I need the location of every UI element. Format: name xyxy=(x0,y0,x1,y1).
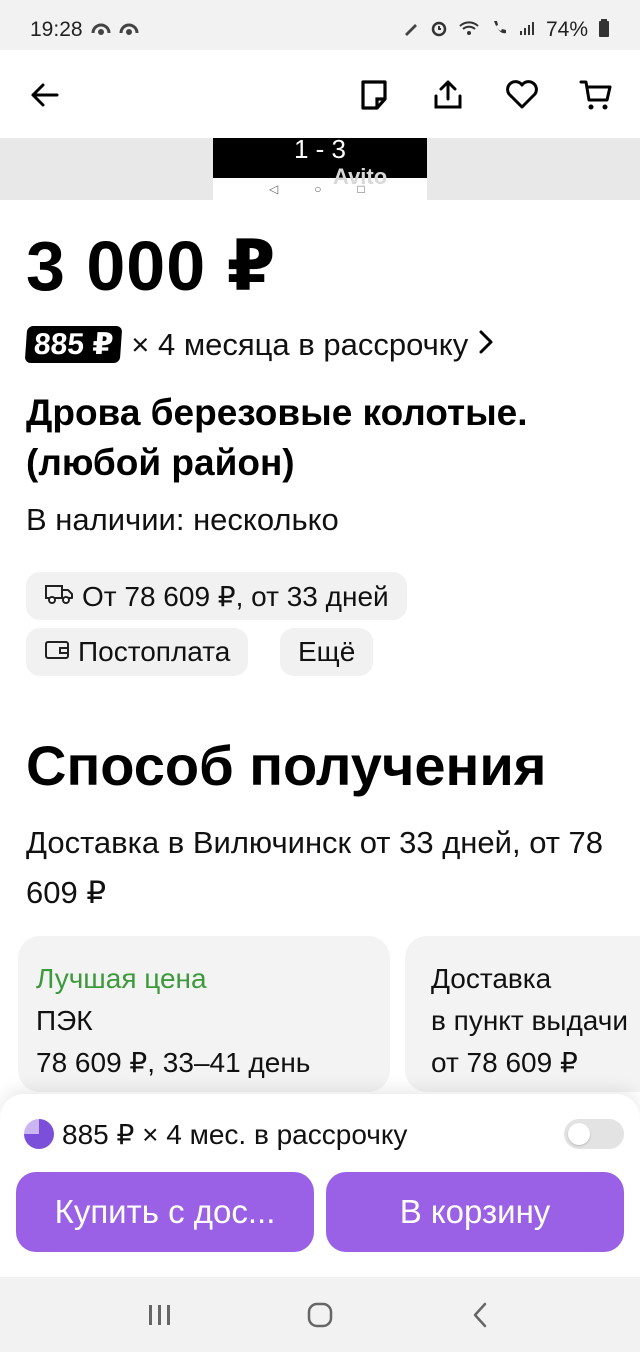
carrier-name: ПЭК xyxy=(36,1005,93,1036)
postpay-chip[interactable]: Постоплата xyxy=(26,628,249,676)
delivery-option-card[interactable]: Лучшая цена ПЭК 78 609 ₽, 33–41 день xyxy=(18,936,390,1092)
note-button[interactable] xyxy=(352,73,396,117)
notification-icon xyxy=(91,21,111,40)
back-button[interactable] xyxy=(22,73,66,117)
status-time: 19:28 xyxy=(30,18,83,41)
delivery-option-price: 78 609 ₽, 33–41 день xyxy=(36,1047,311,1078)
battery-icon xyxy=(598,18,610,43)
installment-toggle[interactable] xyxy=(564,1119,624,1149)
more-chip-label: Ещё xyxy=(298,636,356,667)
delivery-section-subtitle: Доставка в Вилючинск от 33 дней, от 78 6… xyxy=(26,825,604,910)
share-button[interactable] xyxy=(426,73,470,117)
delivery-option-card[interactable]: Доставка в пункт выдачи от 78 609 ₽ xyxy=(405,936,640,1092)
wallet-icon xyxy=(44,636,70,668)
app-bar xyxy=(0,50,640,140)
delivery-option-subtitle: в пункт выдачи xyxy=(431,1005,628,1036)
buy-with-delivery-button[interactable]: Купить с дос... xyxy=(16,1172,314,1252)
recent-apps-icon xyxy=(149,1304,170,1325)
installment-pie-icon xyxy=(24,1119,54,1149)
postpay-chip-label: Постоплата xyxy=(78,636,231,667)
call-icon xyxy=(490,19,508,42)
best-price-tag: Лучшая цена xyxy=(36,963,207,994)
purchase-panel: 885 ₽ × 4 мес. в рассрочку Купить с дос.… xyxy=(0,1094,640,1277)
home-icon xyxy=(307,1302,333,1327)
back-nav-button[interactable] xyxy=(450,1293,510,1337)
stock-status: В наличии: несколько xyxy=(26,502,339,537)
installment-text: × 4 месяца в рассрочку xyxy=(131,326,469,362)
image-gallery[interactable]: 1 - 3 Avito ◁○□ xyxy=(0,138,640,200)
signal-icon xyxy=(518,19,536,42)
favorite-button[interactable] xyxy=(500,73,544,117)
toggle-knob xyxy=(568,1123,590,1145)
installment-row-label: 885 ₽ × 4 мес. в рассрочку xyxy=(62,1118,408,1150)
delivery-section-title: Способ получения xyxy=(26,734,547,797)
battery-percent: 74% xyxy=(545,18,588,41)
note-icon xyxy=(361,80,387,110)
installment-badge: 885 ₽ xyxy=(24,326,123,363)
gallery-image[interactable]: 1 - 3 Avito ◁○□ xyxy=(213,138,427,200)
gallery-counter: 1 - 3 xyxy=(213,138,427,178)
installment-link[interactable]: 885 ₽ × 4 месяца в рассрочку xyxy=(24,326,494,363)
installment-row[interactable]: 885 ₽ × 4 мес. в рассрочку xyxy=(24,1114,624,1154)
truck-icon xyxy=(44,580,74,612)
chevron-left-icon xyxy=(473,1302,487,1327)
heart-icon xyxy=(506,80,538,109)
arrow-left-icon xyxy=(31,83,59,107)
wifi-icon xyxy=(458,19,480,42)
delivery-option-price: от 78 609 ₽ xyxy=(431,1047,578,1078)
add-to-cart-button[interactable]: В корзину xyxy=(326,1172,624,1252)
delivery-chip[interactable]: От 78 609 ₽, от 33 дней xyxy=(26,572,407,620)
more-chip[interactable]: Ещё xyxy=(280,628,374,676)
gallery-nav-glyphs: ◁○□ xyxy=(269,182,401,196)
share-icon xyxy=(434,80,462,109)
delivery-chip-label: От 78 609 ₽, от 33 дней xyxy=(82,580,389,612)
delivery-option-title: Доставка xyxy=(431,963,552,994)
notification-icon xyxy=(119,21,139,40)
chevron-right-icon xyxy=(478,326,494,363)
cart-icon xyxy=(579,80,612,110)
recent-apps-button[interactable] xyxy=(130,1293,190,1337)
home-button[interactable] xyxy=(290,1293,350,1337)
alarm-icon xyxy=(430,19,448,42)
cart-button[interactable] xyxy=(574,73,618,117)
product-title: Дрова березовые колотые. (любой район) xyxy=(26,392,528,483)
system-nav-bar xyxy=(0,1277,640,1352)
pen-icon xyxy=(402,19,420,42)
price: 3 000 ₽ xyxy=(26,227,277,305)
